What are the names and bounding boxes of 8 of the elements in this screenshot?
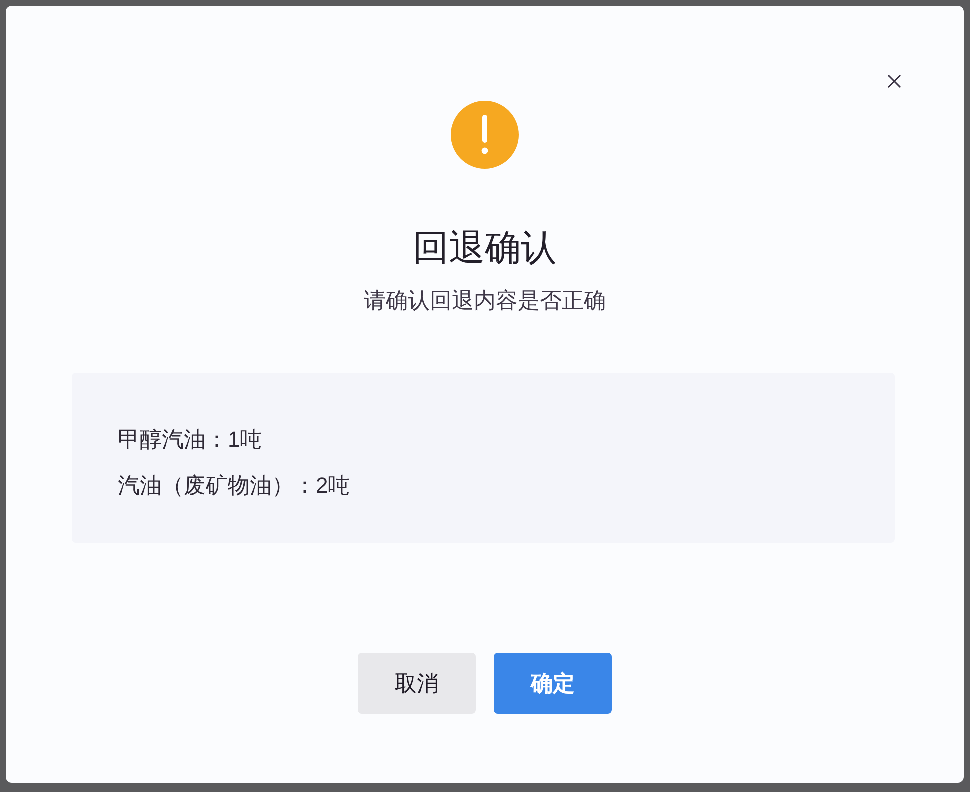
dialog-subtitle: 请确认回退内容是否正确: [364, 287, 606, 315]
warning-icon: [451, 101, 519, 169]
confirm-button[interactable]: 确定: [494, 653, 612, 714]
item-line: 甲醇汽油：1吨: [118, 426, 264, 454]
cancel-button[interactable]: 取消: [358, 653, 476, 714]
item-line: 汽油（废矿物油）：2吨: [118, 472, 352, 500]
dialog-title: 回退确认: [413, 226, 557, 270]
close-icon[interactable]: [888, 75, 901, 88]
